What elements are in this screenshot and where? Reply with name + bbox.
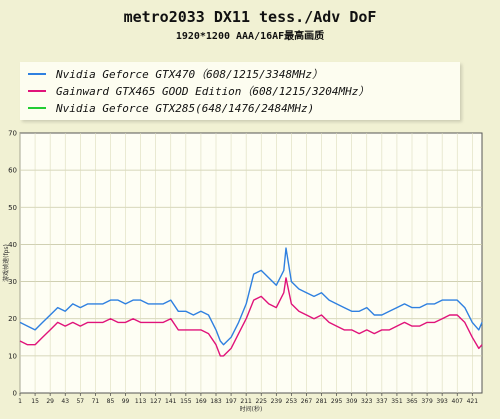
x-tick-label: 43 <box>61 398 69 405</box>
x-tick-label: 239 <box>271 398 283 405</box>
y-tick-label: 0 <box>13 390 17 398</box>
x-tick-label: 211 <box>240 398 252 405</box>
x-tick-label: 281 <box>316 398 328 405</box>
y-tick-label: 60 <box>8 167 17 175</box>
x-tick-label: 365 <box>406 398 418 405</box>
x-tick-label: 351 <box>391 398 403 405</box>
x-tick-label: 295 <box>331 398 343 405</box>
x-tick-label: 15 <box>31 398 39 405</box>
x-tick-label: 183 <box>210 398 222 405</box>
x-axis-label: 时间(秒) <box>240 405 263 413</box>
x-tick-label: 309 <box>346 398 358 405</box>
x-tick-label: 253 <box>286 398 298 405</box>
x-tick-label: 169 <box>195 398 207 405</box>
x-tick-label: 225 <box>256 398 268 405</box>
x-tick-label: 337 <box>376 398 388 405</box>
x-tick-label: 127 <box>150 398 162 405</box>
x-tick-label: 29 <box>46 398 54 405</box>
plot-area <box>19 132 483 394</box>
x-tick-label: 155 <box>180 398 192 405</box>
x-tick-label: 85 <box>107 398 115 405</box>
line-chart: 0102030405060701 15 29 43 57 71 85 99 113 127 141 1… <box>2 130 483 413</box>
x-tick-label: 113 <box>135 398 147 405</box>
x-tick-label: 141 <box>165 398 177 405</box>
x-tick-label: 393 <box>436 398 448 405</box>
x-tick-label: 197 <box>225 398 237 405</box>
x-tick-label: 323 <box>361 398 373 405</box>
y-tick-label: 20 <box>8 315 17 323</box>
y-tick-label: 50 <box>8 204 17 212</box>
y-axis-label: 游戏帧速(fps) <box>2 244 10 282</box>
x-tick-label: 57 <box>76 398 84 405</box>
x-tick-label: 421 <box>467 398 479 405</box>
y-tick-label: 10 <box>8 352 17 360</box>
x-tick-label: 71 <box>92 398 100 405</box>
x-tick-label: 99 <box>122 398 130 405</box>
x-tick-label: 379 <box>421 398 433 405</box>
x-tick-label: 407 <box>452 398 464 405</box>
x-tick-label: 267 <box>301 398 313 405</box>
y-tick-label: 70 <box>8 130 17 138</box>
x-tick-label: 1 <box>18 398 22 405</box>
